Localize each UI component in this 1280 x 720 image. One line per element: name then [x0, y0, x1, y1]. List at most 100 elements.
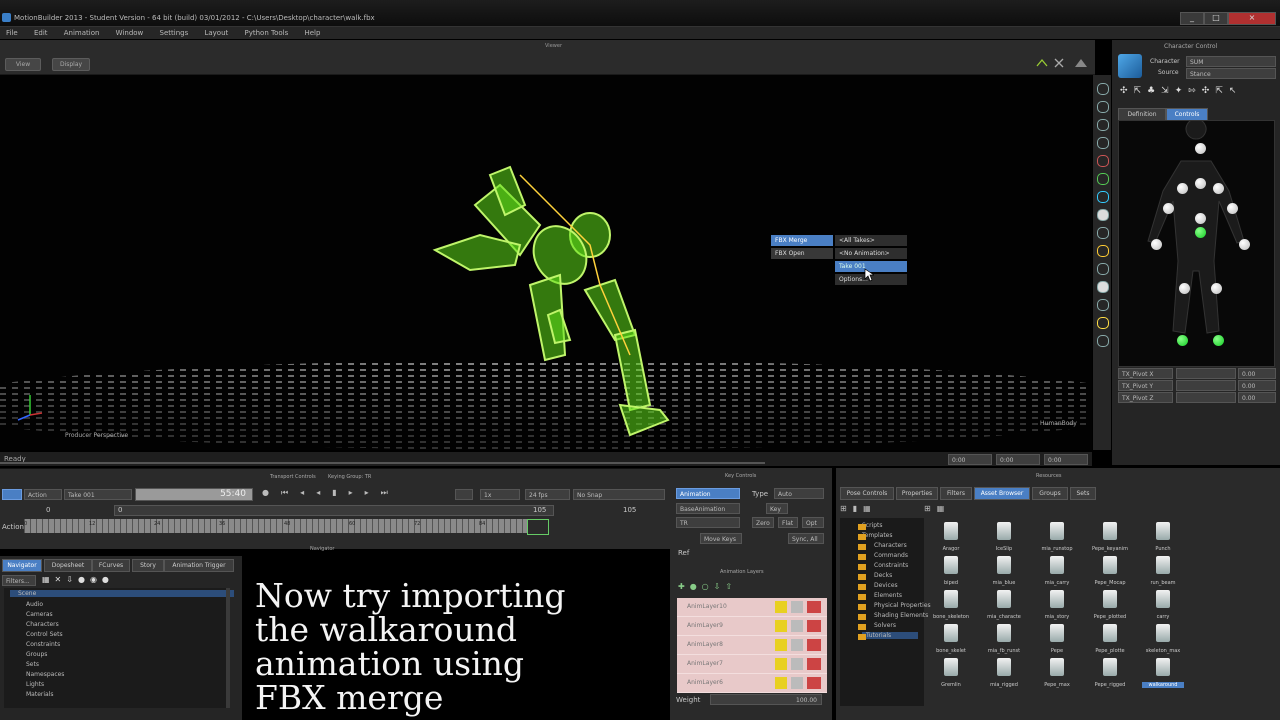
joint-hips[interactable]	[1195, 227, 1206, 238]
display-button[interactable]: Display	[52, 58, 90, 71]
asset-item[interactable]: Pepe_keyanim	[1089, 522, 1131, 556]
joint-chest[interactable]	[1195, 178, 1206, 189]
asset-item[interactable]: Pepe_max	[1036, 658, 1078, 692]
pivot-row-z-value[interactable]: 0.00	[1238, 392, 1276, 403]
tree-audio[interactable]: Audio	[26, 601, 43, 608]
asset-item[interactable]: carry	[1142, 590, 1184, 624]
character-tool-icons[interactable]: ✣⇱♣⇲✦⇰✣⇱↖	[1120, 86, 1278, 100]
tree-namespaces[interactable]: Namespaces	[26, 671, 64, 678]
asset-item[interactable]: mia_story	[1036, 590, 1078, 624]
pose-tool-icon[interactable]	[1097, 335, 1109, 347]
asset-item[interactable]: mia_rigged	[983, 658, 1025, 692]
submenu-no-animation[interactable]: <No Animation>	[835, 248, 907, 259]
fps-dropdown[interactable]: 24 fps	[525, 489, 570, 500]
tree-materials[interactable]: Materials	[26, 691, 54, 698]
maximize-button[interactable]: □	[1204, 12, 1228, 25]
camera-tool-icon[interactable]	[1097, 191, 1109, 203]
folder-physical-properties[interactable]: Physical Properties	[874, 602, 931, 609]
layer-row[interactable]: AnimLayer7	[677, 655, 827, 674]
zero-button[interactable]: Zero	[752, 517, 774, 528]
timecode-display[interactable]: 55:40	[135, 488, 253, 501]
layer-toggles[interactable]	[775, 601, 821, 613]
loop-icon[interactable]	[455, 489, 473, 500]
pivot-row-z-slider[interactable]	[1176, 392, 1236, 403]
asset-item[interactable]: skeleton_max	[1142, 624, 1184, 658]
joint-left-knee[interactable]	[1179, 283, 1190, 294]
speed-dropdown[interactable]: 1x	[480, 489, 520, 500]
joint-right-foot[interactable]	[1213, 335, 1224, 346]
source-select[interactable]: Stance	[1186, 68, 1276, 79]
tab-asset-browser[interactable]: Asset Browser	[974, 487, 1030, 500]
move-keys-button[interactable]: Move Keys	[700, 533, 742, 544]
pivot-row-y-slider[interactable]	[1176, 380, 1236, 391]
pivot-row-x-value[interactable]: 0.00	[1238, 368, 1276, 379]
mirror-tool-icon[interactable]	[1097, 227, 1109, 239]
joint-left-foot[interactable]	[1177, 335, 1188, 346]
layer-toggles[interactable]	[775, 677, 821, 689]
joint-left-hand[interactable]	[1151, 239, 1162, 250]
layer-toggles[interactable]	[775, 658, 821, 670]
take-dropdown[interactable]: Take 001	[64, 489, 132, 500]
joint-spine[interactable]	[1195, 213, 1206, 224]
playhead[interactable]	[527, 519, 549, 535]
joint-left-shoulder[interactable]	[1177, 183, 1188, 194]
asset-item[interactable]: walkaround	[1142, 658, 1184, 692]
minimize-button[interactable]: _	[1180, 12, 1204, 25]
rotate-tool-icon[interactable]	[1097, 119, 1109, 131]
snap-dropdown[interactable]: No Snap	[573, 489, 665, 500]
flat-button[interactable]: Flat	[778, 517, 798, 528]
asset-item[interactable]: mia_fb_runst	[983, 624, 1025, 658]
tab-fcurves[interactable]: FCurves	[92, 559, 130, 572]
navigator-tool-icons[interactable]: ▦✕⇩●◉●	[42, 575, 132, 586]
timecode-b[interactable]: 0:00	[996, 454, 1040, 465]
asset-item[interactable]: bone_skelet	[930, 624, 972, 658]
light-tool-icon[interactable]	[1097, 209, 1109, 221]
folder-commands[interactable]: Commands	[874, 552, 908, 559]
tree-sets[interactable]: Sets	[26, 661, 39, 668]
menu-python-tools[interactable]: Python Tools	[245, 27, 289, 39]
tree-characters[interactable]: Characters	[26, 621, 59, 628]
menu-fbx-merge[interactable]: FBX Merge	[771, 235, 833, 246]
folder-solvers[interactable]: Solvers	[874, 622, 896, 629]
tab-sets[interactable]: Sets	[1070, 487, 1096, 500]
layer-row[interactable]: AnimLayer6	[677, 674, 827, 693]
menu-settings[interactable]: Settings	[160, 27, 189, 39]
asset-item[interactable]: Pepe_plotted	[1089, 590, 1131, 624]
filter-icon[interactable]	[1075, 59, 1087, 67]
layer-dropdown[interactable]: BaseAnimation	[676, 503, 740, 514]
tree-lights[interactable]: Lights	[26, 681, 44, 688]
folder-devices[interactable]: Devices	[874, 582, 898, 589]
menu-fbx-open[interactable]: FBX Open	[771, 248, 833, 259]
menu-file[interactable]: File	[6, 27, 18, 39]
close-button[interactable]: ×	[1228, 12, 1276, 25]
layer-toggles[interactable]	[775, 620, 821, 632]
timecode-c[interactable]: 0:00	[1044, 454, 1088, 465]
folder-constraints[interactable]: Constraints	[874, 562, 908, 569]
joint-head[interactable]	[1195, 143, 1206, 154]
layer-row[interactable]: AnimLayer8	[677, 636, 827, 655]
sync-button[interactable]: Sync, All	[788, 533, 824, 544]
tree-groups[interactable]: Groups	[26, 651, 47, 658]
joint-right-knee[interactable]	[1211, 283, 1222, 294]
cross-icon[interactable]	[1054, 58, 1064, 68]
tab-pose-controls[interactable]: Pose Controls	[840, 487, 894, 500]
curve-icon[interactable]	[1036, 58, 1048, 67]
filters-button[interactable]: Filters...	[2, 575, 36, 586]
asset-item[interactable]: mia_runstop	[1036, 522, 1078, 556]
layer-tool-icons[interactable]: ✚●○⇩⇧	[678, 582, 758, 594]
key-button[interactable]: Key	[766, 503, 788, 514]
character-figure-view[interactable]	[1118, 120, 1275, 367]
pivot-row-x-slider[interactable]	[1176, 368, 1236, 379]
menu-animation[interactable]: Animation	[64, 27, 100, 39]
layer-row[interactable]: AnimLayer9	[677, 617, 827, 636]
asset-item[interactable]: Pepe_Mocap	[1089, 556, 1131, 590]
asset-item[interactable]: Aragor	[930, 522, 972, 556]
filter-dropdown[interactable]: TR	[676, 517, 740, 528]
tab-dopesheet[interactable]: Dopesheet	[44, 559, 92, 572]
tree-control-sets[interactable]: Control Sets	[26, 631, 63, 638]
layer-toggles[interactable]	[775, 639, 821, 651]
weight-slider[interactable]: 100.00	[710, 694, 822, 705]
joint-right-shoulder[interactable]	[1213, 183, 1224, 194]
tab-navigator[interactable]: Navigator	[2, 559, 42, 572]
folder-tutorials[interactable]: Tutorials	[862, 632, 918, 639]
